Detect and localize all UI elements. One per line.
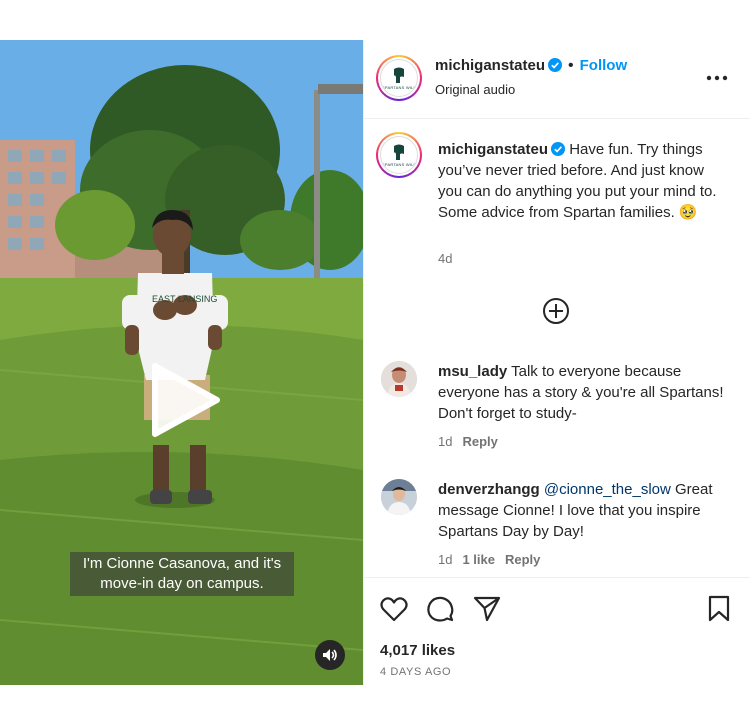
likes-count[interactable]: 4,017 likes: [380, 642, 455, 659]
comment-mention[interactable]: @cionne_the_slow: [544, 481, 671, 498]
author-username[interactable]: michiganstateu: [435, 57, 545, 74]
mute-button[interactable]: [315, 640, 345, 670]
comment-age: 1d: [438, 552, 453, 567]
post-actions-bar: 4,017 likes 4 DAYS AGO: [364, 577, 750, 685]
post-timestamp: 4 DAYS AGO: [380, 666, 452, 678]
heart-icon[interactable]: [380, 596, 408, 622]
avatar-text: SPARTANS WILL: [382, 84, 416, 90]
video-subtitle: I'm Cionne Casanova, and it's move-in da…: [70, 552, 294, 596]
post-details-panel: SPARTANS WILL michiganstateu • Follow Orig…: [363, 40, 750, 685]
caption-username[interactable]: michiganstateu: [438, 141, 548, 158]
post-caption: michiganstateu Have fun. Try things you’…: [438, 139, 728, 223]
add-comment-icon[interactable]: [542, 297, 570, 325]
share-icon[interactable]: [473, 595, 501, 623]
reply-button[interactable]: Reply: [505, 552, 540, 567]
author-avatar[interactable]: SPARTANS WILL: [376, 55, 422, 101]
more-options-icon[interactable]: [705, 68, 729, 88]
bookmark-icon[interactable]: [707, 595, 731, 623]
comment-username[interactable]: msu_lady: [438, 363, 507, 380]
mute-icon: [323, 649, 337, 661]
avatar-text: SPARTANS WILL: [382, 161, 416, 167]
reply-button[interactable]: Reply: [462, 434, 497, 449]
comment-body: denverzhangg @cionne_the_slow Great mess…: [438, 479, 738, 542]
comment-meta: 1d 1 like Reply: [438, 552, 540, 567]
comment-avatar[interactable]: [381, 361, 417, 397]
header-separator: •: [568, 57, 574, 74]
verified-badge-icon: [551, 142, 566, 156]
comment-icon[interactable]: [426, 595, 454, 623]
spartan-helmet-icon: [394, 67, 404, 83]
header-title-row: michiganstateu • Follow: [435, 57, 627, 75]
spartan-helmet-icon: [394, 144, 404, 160]
comment-body: msu_lady Talk to everyone because everyo…: [438, 361, 728, 424]
post-header: SPARTANS WILL michiganstateu • Follow Orig…: [364, 40, 750, 119]
caption-age: 4d: [438, 251, 453, 266]
commenter-photo: [381, 361, 417, 397]
subtitle-line-1: I'm Cionne Casanova, and it's: [82, 555, 282, 572]
instagram-post-view: EAST LANSING I'm Cionne Casanova, and it…: [0, 0, 750, 724]
play-icon[interactable]: [145, 360, 225, 440]
comment-age: 1d: [438, 434, 453, 449]
commenter-photo: [381, 479, 417, 515]
subtitle-line-2: move-in day on campus.: [100, 575, 264, 592]
caption-author-avatar[interactable]: SPARTANS WILL: [376, 132, 422, 178]
audio-label[interactable]: Original audio: [435, 82, 515, 97]
verified-badge-icon: [548, 58, 563, 72]
comment-likes[interactable]: 1 like: [462, 552, 495, 567]
shirt-print: EAST LANSING: [152, 294, 217, 304]
video-player[interactable]: EAST LANSING I'm Cionne Casanova, and it…: [0, 40, 363, 685]
comment-meta: 1d Reply: [438, 434, 498, 449]
comment-avatar[interactable]: [381, 479, 417, 515]
follow-button[interactable]: Follow: [580, 57, 628, 74]
comment-username[interactable]: denverzhangg: [438, 481, 540, 498]
